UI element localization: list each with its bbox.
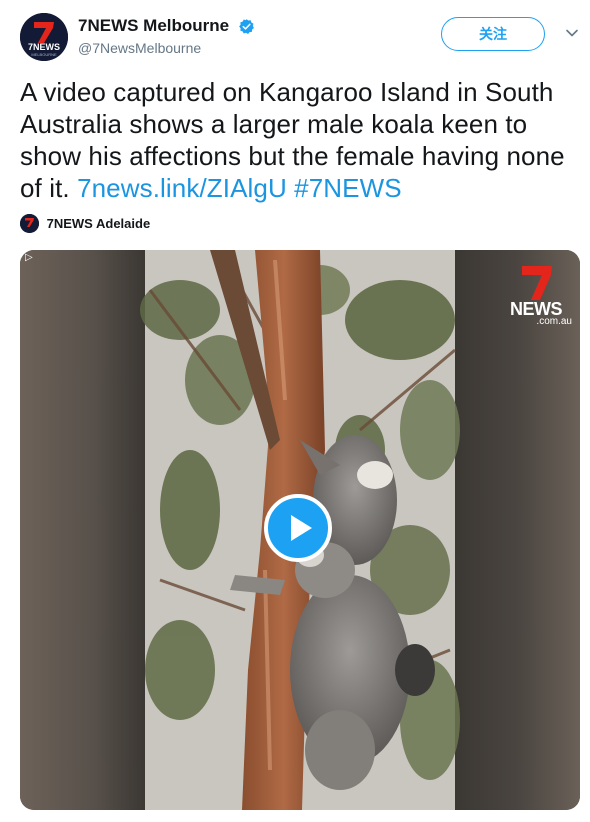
follow-button[interactable]: 关注 xyxy=(441,17,545,51)
tweet-text: A video captured on Kangaroo Island in S… xyxy=(20,76,580,204)
media-source[interactable]: 7NEWS Adelaide xyxy=(20,214,150,234)
display-name[interactable]: 7NEWS Melbourne xyxy=(78,16,229,36)
account-name-block[interactable]: 7NEWS Melbourne @7NewsMelbourne xyxy=(78,16,255,56)
watermark-domain: .com.au xyxy=(536,316,572,327)
7news-logo-icon xyxy=(20,214,39,233)
avatar-subtitle: MELBOURNE xyxy=(31,52,57,57)
account-avatar[interactable]: 7NEWS MELBOURNE xyxy=(20,13,68,61)
tweet-header: 7NEWS MELBOURNE 7NEWS Melbourne @7NewsMe… xyxy=(20,13,580,65)
play-icon[interactable] xyxy=(264,494,332,562)
tweet-hashtag[interactable]: #7NEWS xyxy=(294,173,402,203)
avatar-wordmark: 7NEWS xyxy=(28,42,60,52)
verified-badge-icon xyxy=(238,18,254,34)
source-name[interactable]: 7NEWS Adelaide xyxy=(47,216,151,231)
chevron-down-icon[interactable] xyxy=(564,25,580,41)
7news-logo-icon: 7NEWS MELBOURNE xyxy=(20,13,68,61)
tweet-card: 7NEWS MELBOURNE 7NEWS Melbourne @7NewsMe… xyxy=(0,0,590,822)
tweet-link[interactable]: 7news.link/ZIAlgU xyxy=(77,173,287,203)
account-handle[interactable]: @7NewsMelbourne xyxy=(78,40,255,56)
source-avatar xyxy=(20,214,39,233)
media-type-indicator: ▷ xyxy=(25,252,33,263)
video-player[interactable]: ▷ NEWS .com.au xyxy=(20,250,580,810)
